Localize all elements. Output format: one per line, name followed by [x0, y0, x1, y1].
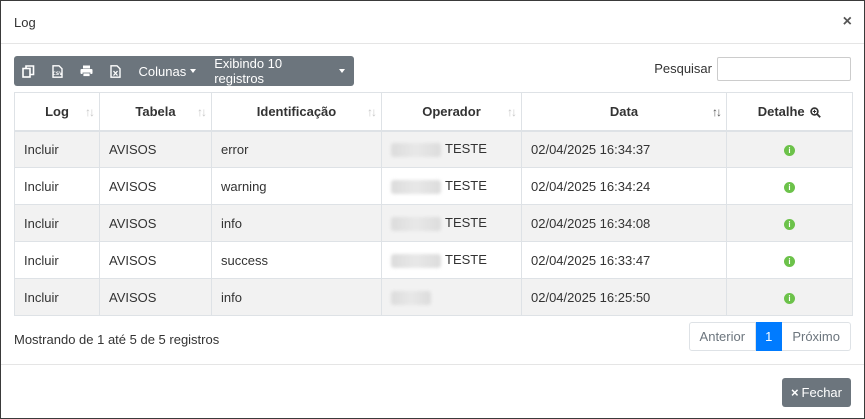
cell-data: 02/04/2025 16:33:47 — [521, 241, 727, 279]
info-icon[interactable]: i — [784, 144, 795, 156]
sort-desc-icon: ↑↓ — [712, 105, 722, 119]
redacted-block — [391, 290, 431, 305]
cell-data: 02/04/2025 16:34:08 — [521, 204, 727, 242]
cell-tabela: AVISOS — [99, 130, 212, 168]
csv-icon: CSV — [52, 64, 63, 78]
header-log[interactable]: Log ↑↓ — [14, 92, 100, 132]
sort-icon: ↑↓ — [367, 105, 377, 119]
info-icon[interactable]: i — [784, 181, 795, 193]
cell-identificacao: success — [211, 241, 382, 279]
cell-tabela: AVISOS — [99, 204, 212, 242]
close-icon[interactable]: × — [843, 14, 852, 30]
cell-detalhe: i — [726, 204, 853, 242]
excel-button[interactable] — [101, 56, 130, 86]
table-info: Mostrando de 1 até 5 de 5 registros — [14, 332, 220, 347]
info-icon[interactable]: i — [784, 218, 795, 230]
cell-tabela: AVISOS — [99, 241, 212, 279]
cell-log: Incluir — [14, 278, 100, 316]
prev-page-button[interactable]: Anterior — [688, 322, 757, 351]
modal-header: Log × — [1, 1, 864, 44]
page-1-button[interactable]: 1 — [756, 322, 783, 351]
print-icon — [80, 65, 93, 77]
cell-data: 02/04/2025 16:34:24 — [521, 167, 727, 205]
cell-detalhe: i — [726, 167, 853, 205]
close-button[interactable]: × Fechar — [781, 378, 851, 407]
search-label: Pesquisar — [654, 61, 712, 76]
header-tabela[interactable]: Tabela ↑↓ — [99, 92, 212, 132]
cell-operador: TESTE — [381, 204, 522, 242]
print-button[interactable] — [72, 56, 101, 86]
pagination: Anterior 1 Próximo — [688, 322, 851, 351]
close-button-label: Fechar — [801, 385, 842, 400]
info-icon[interactable]: i — [784, 292, 795, 304]
cell-data: 02/04/2025 16:25:50 — [521, 278, 727, 316]
cell-log: Incluir — [14, 204, 100, 242]
cell-operador: TESTE — [381, 167, 522, 205]
csv-button[interactable]: CSV — [43, 56, 72, 86]
chevron-down-icon — [190, 69, 197, 73]
cell-identificacao: info — [211, 204, 382, 242]
excel-icon — [109, 64, 121, 78]
page-length-dropdown[interactable]: Exibindo 10 registros — [205, 56, 354, 86]
cell-operador: TESTE — [381, 130, 522, 168]
cell-log: Incluir — [14, 130, 100, 168]
cell-log: Incluir — [14, 167, 100, 205]
cell-tabela: AVISOS — [99, 278, 212, 316]
cell-data: 02/04/2025 16:34:37 — [521, 130, 727, 168]
footer-divider — [1, 364, 864, 365]
toolbar-row: CSV Colunas Exibindo 10 registros Pesqui… — [14, 56, 851, 86]
copy-icon — [22, 64, 35, 78]
close-icon: × — [790, 385, 799, 400]
cell-identificacao: error — [211, 130, 382, 168]
redacted-block — [391, 179, 441, 194]
table-header-row: Log ↑↓ Tabela ↑↓ Identificação ↑↓ Operador ↑… — [14, 92, 853, 132]
table-row: Incluir AVISOS warning TESTE 02/04/2025 … — [14, 167, 853, 205]
cell-identificacao: warning — [211, 167, 382, 205]
page-length-label: Exibindo 10 registros — [214, 56, 283, 86]
sort-icon: ↑↓ — [507, 105, 517, 119]
search-area: Pesquisar — [654, 56, 851, 81]
header-operador[interactable]: Operador ↑↓ — [381, 92, 522, 132]
cell-log: Incluir — [14, 241, 100, 279]
columns-dropdown[interactable]: Colunas — [130, 56, 206, 86]
info-icon[interactable]: i — [784, 255, 795, 267]
columns-label: Colunas — [138, 63, 187, 79]
header-detalhe: Detalhe — [726, 92, 853, 132]
export-toolbar: CSV Colunas Exibindo 10 registros — [14, 56, 354, 86]
sort-icon: ↑↓ — [197, 105, 207, 119]
cell-identificacao: info — [211, 278, 382, 316]
search-input[interactable] — [717, 56, 851, 81]
redacted-block — [391, 253, 441, 268]
copy-button[interactable] — [14, 56, 43, 86]
cell-tabela: AVISOS — [99, 167, 212, 205]
header-data[interactable]: Data ↑↓ — [521, 92, 727, 132]
cell-detalhe: i — [726, 241, 853, 279]
next-page-button[interactable]: Próximo — [782, 322, 851, 351]
zoom-in-icon — [810, 107, 822, 118]
table-row: Incluir AVISOS info TESTE 02/04/2025 16:… — [14, 204, 853, 242]
table-row: Incluir AVISOS success TESTE 02/04/2025 … — [14, 241, 853, 279]
chevron-down-icon — [339, 69, 346, 73]
cell-detalhe: i — [726, 130, 853, 168]
cell-operador — [381, 278, 522, 316]
log-table: Log ↑↓ Tabela ↑↓ Identificação ↑↓ Operador ↑… — [14, 92, 853, 316]
sort-icon: ↑↓ — [85, 105, 95, 119]
log-modal: Log × CSV Colunas Exibindo 10 registros … — [0, 0, 865, 419]
cell-detalhe: i — [726, 278, 853, 316]
modal-title: Log — [14, 14, 36, 30]
redacted-block — [391, 143, 441, 158]
table-row: Incluir AVISOS error TESTE 02/04/2025 16… — [14, 130, 853, 168]
cell-operador: TESTE — [381, 241, 522, 279]
redacted-block — [391, 216, 441, 231]
header-identificacao[interactable]: Identificação ↑↓ — [211, 92, 382, 132]
table-row: Incluir AVISOS info 02/04/2025 16:25:50 … — [14, 278, 853, 316]
svg-text:CSV: CSV — [52, 71, 63, 77]
